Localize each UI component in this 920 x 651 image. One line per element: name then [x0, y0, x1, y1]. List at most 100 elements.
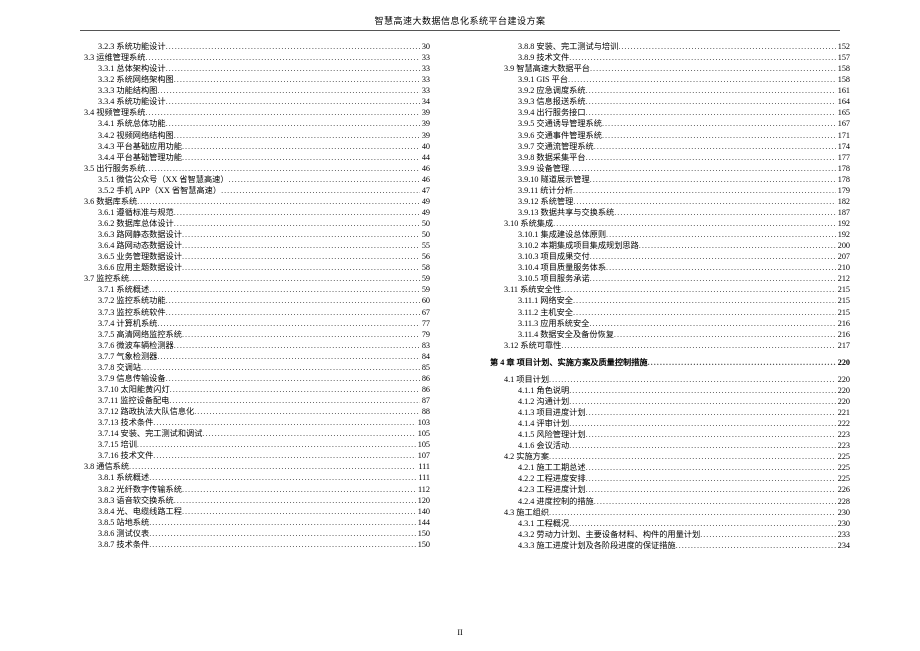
toc-dots: [145, 52, 419, 63]
toc-label: 3.4.3 平台基础应用功能: [98, 141, 182, 152]
toc-page-number: 87: [420, 395, 430, 406]
toc-dots: [182, 251, 420, 262]
toc-page-number: 220: [836, 385, 850, 396]
toc-dots: [568, 74, 836, 85]
toc-page-number: 120: [416, 495, 430, 506]
toc-entry: 3.9.1 GIS 平台158: [490, 74, 850, 85]
toc-page-number: 60: [420, 295, 430, 306]
toc-dots: [590, 63, 836, 74]
toc-entry: 3.9.5 交通诱导管理系统167: [490, 118, 850, 129]
toc-label: 3.11.3 应用系统安全: [518, 318, 589, 329]
toc-page-number: 150: [416, 528, 430, 539]
toc-entry: 4.3.3 施工进度计划及各阶段进度的保证措施234: [490, 540, 850, 551]
toc-dots: [149, 539, 416, 550]
toc-entry: 3.8.2 光纤数字传输系统 112: [70, 484, 430, 495]
toc-dots: [129, 273, 420, 284]
toc-entry: 4.1.4 评审计划222: [490, 418, 850, 429]
toc-page-number: 179: [836, 185, 850, 196]
toc-entry: 3.9.13 数据共享与交换系统187: [490, 207, 850, 218]
toc-page-number: 111: [416, 472, 430, 483]
toc-page-number: 59: [420, 284, 430, 295]
toc-entry: 3.6.1 遵循标准与规范49: [70, 207, 430, 218]
toc-dots: [569, 396, 836, 407]
toc-label: 3.8.8 安装、完工测试与培训: [518, 41, 618, 52]
toc-page-number: 39: [420, 107, 430, 118]
toc-entry: 3.7.10 太阳能黄闪灯86: [70, 384, 430, 395]
toc-page-number: 164: [836, 96, 850, 107]
toc-label: 3.3.1 总体架构设计: [98, 63, 166, 74]
toc-dots: [586, 429, 836, 440]
toc-dots: [569, 385, 836, 396]
toc-page-number: 34: [420, 96, 430, 107]
toc-page-number: 221: [836, 407, 850, 418]
toc-dots: [141, 362, 420, 373]
toc-entry: 3.8.8 安装、完工测试与培训152: [490, 41, 850, 52]
toc-page-number: 216: [836, 329, 850, 340]
toc-page-number: 33: [420, 85, 430, 96]
toc-label: 3.9.12 系统管理: [518, 196, 573, 207]
toc-entry: 3.7.11 监控设备配电87: [70, 395, 430, 406]
toc-page-number: 207: [836, 251, 850, 262]
toc-dots: [590, 251, 836, 262]
toc-entry: 3.3.3 功能结构图33: [70, 85, 430, 96]
toc-page-number: 210: [836, 262, 850, 273]
toc-dots: [569, 52, 836, 63]
toc-page-number: 167: [836, 118, 850, 129]
document-header-title: 智慧高速大数据信息化系统平台建设方案: [0, 0, 920, 27]
toc-entry: 3.11.1 网络安全215: [490, 295, 850, 306]
toc-label: 3.9 智慧高速大数据平台: [504, 63, 590, 74]
toc-page-number: 46: [420, 174, 430, 185]
toc-label: 4.1.6 会议活动: [518, 440, 569, 451]
toc-dots: [129, 461, 416, 472]
toc-entry: 3.9.6 交通事件管理系统171: [490, 130, 850, 141]
toc-entry: 4.1.5 风险管理计划223: [490, 429, 850, 440]
toc-label: 3.6.5 业务管理数据设计: [98, 251, 182, 262]
toc-label: 3.8.2 光纤数字传输系统: [98, 484, 182, 495]
toc-page-number: 225: [836, 462, 850, 473]
toc-page-number: 174: [836, 141, 850, 152]
toc-label: 3.10.5 项目服务承诺: [518, 273, 590, 284]
toc-page-number: 215: [836, 295, 850, 306]
toc-entry: 3.8.6 测试仪表150: [70, 528, 430, 539]
toc-entry: 3.7.15 培训105: [70, 439, 430, 450]
toc-label: 3.12 系统可靠性: [504, 340, 561, 351]
toc-entry: 3.9.9 设备管理178: [490, 163, 850, 174]
toc-entry: 3.8.1 系统概述 111: [70, 472, 430, 483]
toc-dots: [182, 141, 420, 152]
toc-label: 3.10 系统集成: [504, 218, 553, 229]
toc-label: 3.7.6 微波车辆检测器: [98, 340, 174, 351]
toc-page-number: 88: [420, 406, 430, 417]
toc-label: 3.7.5 高清网络监控系统: [98, 329, 182, 340]
toc-dots: [569, 440, 836, 451]
toc-entry: 3.6 数据库系统49: [70, 196, 430, 207]
toc-label: 4.2.1 施工工期总述: [518, 462, 586, 473]
toc-dots: [639, 240, 836, 251]
toc-dots: [602, 130, 836, 141]
toc-label: 3.9.11 统计分析: [518, 185, 573, 196]
toc-entry: 3.6.5 业务管理数据设计56: [70, 251, 430, 262]
toc-entry: 3.7.4 计算机系统77: [70, 318, 430, 329]
toc-dots: [157, 85, 419, 96]
toc-page-number: 161: [836, 85, 850, 96]
toc-entry: 3.7.3 监控系统软件67: [70, 307, 430, 318]
toc-page-number: 112: [416, 484, 430, 495]
toc-page-number: 44: [420, 152, 430, 163]
toc-entry: 3.6.2 数据库总体设计50: [70, 218, 430, 229]
toc-entry: 3.10.4 项目质量服务体系210: [490, 262, 850, 273]
toc-page-number: 39: [420, 130, 430, 141]
toc-dots: [606, 262, 836, 273]
toc-entry: 3.7.13 技术条件103: [70, 417, 430, 428]
toc-dots: [618, 41, 835, 52]
toc-entry: 3.10.5 项目服务承诺212: [490, 273, 850, 284]
toc-label: 3.10.1 集成建设总体原则: [518, 229, 606, 240]
toc-entry: 3.7.5 高清网络监控系统79: [70, 329, 430, 340]
toc-entry: 3.12 系统可靠性 217: [490, 340, 850, 351]
toc-label: 3.8.1 系统概述: [98, 472, 149, 483]
toc-page-number: 217: [836, 340, 850, 351]
toc-entry: 4.2.3 工程进度计划226: [490, 484, 850, 495]
toc-page-number: 86: [420, 384, 430, 395]
toc-entry: 3.7.1 系统概述59: [70, 284, 430, 295]
toc-dots: [594, 496, 836, 507]
toc-label: 4.2.2 工程进度安排: [518, 473, 586, 484]
toc-entry: 3.9.11 统计分析 179: [490, 185, 850, 196]
